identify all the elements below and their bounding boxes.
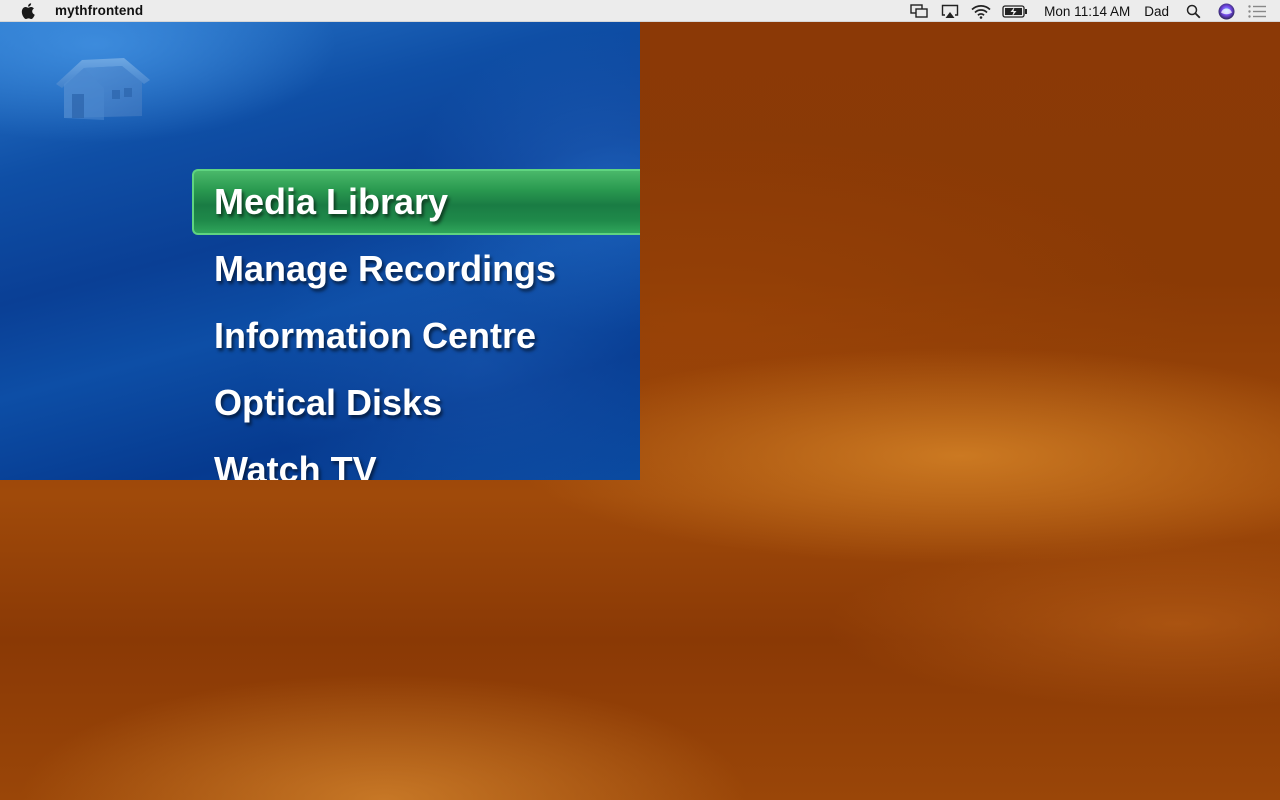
menu-item-label: Watch TV: [214, 449, 377, 480]
spotlight-search-icon[interactable]: [1185, 0, 1201, 22]
display-mirroring-icon[interactable]: [909, 0, 929, 22]
mythfrontend-window: Media Library Manage Recordings Informat…: [0, 22, 640, 480]
menu-item-label: Media Library: [214, 181, 449, 222]
wifi-icon[interactable]: [970, 0, 992, 22]
airplay-icon[interactable]: [940, 0, 960, 22]
main-menu-list: Media Library Manage Recordings Informat…: [0, 22, 640, 480]
siri-icon[interactable]: [1217, 0, 1235, 22]
app-name-menu[interactable]: mythfrontend: [55, 3, 143, 18]
apple-logo-icon[interactable]: [20, 2, 36, 19]
menu-item-manage-recordings[interactable]: Manage Recordings: [192, 236, 640, 302]
menu-item-optical-disks[interactable]: Optical Disks: [192, 370, 640, 436]
menu-item-label: Manage Recordings: [214, 248, 557, 289]
menu-item-media-library[interactable]: Media Library: [192, 169, 640, 235]
notification-center-icon[interactable]: [1247, 0, 1267, 22]
menubar-clock[interactable]: Mon 11:14 AM: [1044, 4, 1130, 19]
user-menu[interactable]: Dad: [1144, 4, 1169, 19]
menu-item-watch-tv[interactable]: Watch TV: [192, 437, 640, 480]
status-area: Mon 11:14 AM Dad: [909, 0, 1280, 22]
menu-item-label: Optical Disks: [214, 382, 443, 423]
menu-item-information-centre[interactable]: Information Centre: [192, 303, 640, 369]
battery-charging-icon[interactable]: [1002, 0, 1028, 22]
menu-item-label: Information Centre: [214, 315, 537, 356]
menu-bar: mythfrontend Mon 11:14 AM Dad: [0, 0, 1280, 22]
